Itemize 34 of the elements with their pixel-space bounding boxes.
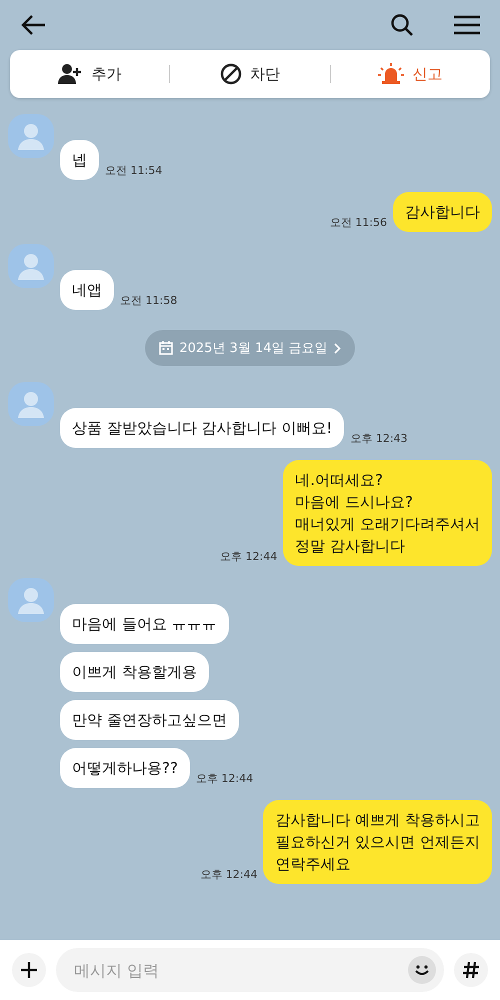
message-time: 오전 11:56 — [330, 215, 387, 231]
message-bubble: 만약 줄연장하고싶으면 — [60, 700, 239, 740]
block-button[interactable]: 차단 — [170, 50, 330, 98]
back-arrow-icon[interactable] — [20, 14, 46, 36]
siren-icon — [378, 63, 404, 85]
message-bubble: 네.어떠세요? 마음에 드시나요? 매너있게 오래기다려주셔서 정말 감사합니다 — [283, 460, 492, 566]
message-time: 오전 11:58 — [120, 293, 178, 309]
emoji-icon[interactable] — [408, 956, 436, 984]
search-icon[interactable] — [390, 13, 414, 37]
message-bubble: 감사합니다 예쁘게 착용하시고 필요하신거 있으시면 언제든지 연락주세요 — [263, 800, 492, 884]
plus-icon — [20, 961, 38, 979]
menu-icon[interactable] — [454, 15, 480, 35]
block-icon — [220, 63, 242, 85]
report-button[interactable]: 신고 — [330, 50, 490, 98]
message-bubble: 감사합니다 — [393, 192, 492, 232]
message-bubble: 네앱 — [60, 270, 114, 310]
message-bubble: 마음에 들어요 ㅠㅠㅠ — [60, 604, 229, 644]
message-field[interactable]: 메시지 입력 — [56, 948, 444, 992]
message-time: 오후 12:43 — [350, 431, 408, 447]
hashtag-icon — [462, 961, 480, 979]
message-time: 오전 11:54 — [105, 163, 162, 179]
hashtag-button[interactable] — [454, 953, 488, 987]
message-bubble: 어떻게하나용?? — [60, 748, 190, 788]
message-time: 오후 12:44 — [200, 867, 258, 883]
message-time: 오후 12:44 — [196, 771, 254, 787]
message-bubble: 상품 잘받았습니다 감사합니다 이뻐요! — [60, 408, 344, 448]
calendar-icon — [159, 341, 174, 355]
add-friend-icon — [58, 63, 84, 85]
message-time: 오후 12:44 — [220, 549, 278, 565]
attach-button[interactable] — [12, 953, 46, 987]
message-bubble: 이쁘게 착용할게용 — [60, 652, 209, 692]
add-friend-button[interactable]: 추가 — [10, 50, 170, 98]
chevron-right-icon — [334, 342, 341, 354]
message-bubble: 넵 — [60, 140, 99, 180]
